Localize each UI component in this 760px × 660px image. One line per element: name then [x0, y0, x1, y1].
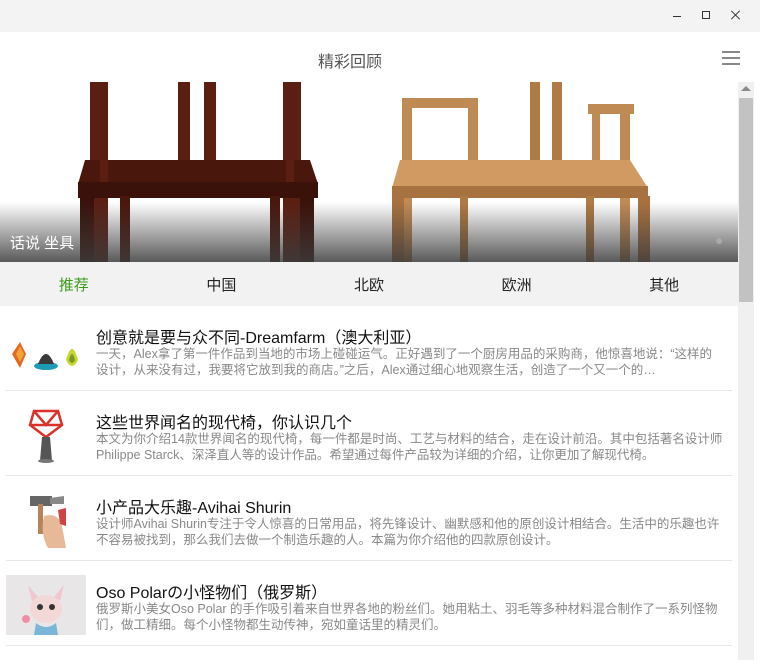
scroll-thumb[interactable]: [739, 98, 753, 302]
tab-nordic[interactable]: 北欧: [295, 262, 443, 306]
minimize-button[interactable]: [662, 0, 692, 30]
maximize-button[interactable]: [691, 0, 721, 30]
window-titlebar: [0, 0, 760, 32]
clay-monster-thumbnail: [6, 575, 86, 635]
article-summary: 设计师Avihai Shurin专注于令人惊喜的日常用品，将先锋设计、幽默感和他…: [96, 517, 720, 547]
maximize-icon: [702, 11, 710, 19]
list-item[interactable]: Oso Polarの小怪物们（俄罗斯） 俄罗斯小美女Oso Polar 的手作吸…: [6, 561, 732, 646]
scroll-up-arrow-icon[interactable]: [741, 86, 751, 91]
tab-other[interactable]: 其他: [590, 262, 738, 306]
close-icon: [731, 10, 741, 20]
close-button[interactable]: [721, 0, 751, 30]
article-summary: 俄罗斯小美女Oso Polar 的手作吸引着来自世界各地的粉丝们。她用粘土、羽毛…: [96, 602, 718, 632]
page-title: 精彩回顾: [317, 54, 382, 71]
tab-recommended[interactable]: 推荐: [0, 262, 148, 306]
carousel-indicator-dot[interactable]: [716, 238, 722, 244]
vertical-scrollbar[interactable]: [738, 82, 754, 660]
banner-caption: 话说 坐具: [10, 235, 75, 252]
article-title: 这些世界闻名的现代椅，你认识几个: [96, 415, 353, 432]
red-chair-thumbnail: [28, 409, 64, 463]
tab-europe[interactable]: 欧洲: [443, 262, 591, 306]
hammer-hand-thumbnail: [30, 496, 66, 548]
category-tabs: 推荐 中国 北欧 欧洲 其他: [0, 262, 738, 306]
list-item[interactable]: 小产品大乐趣-Avihai Shurin 设计师Avihai Shurin专注于…: [6, 476, 732, 561]
list-item[interactable]: 创意就是要与众不同-Dreamfarm（澳大利亚） 一天，Alex拿了第一件作品…: [6, 306, 732, 391]
minimize-icon: [673, 15, 681, 17]
article-title: Oso Polarの小怪物们（俄罗斯）: [96, 585, 328, 602]
tab-china[interactable]: 中国: [148, 262, 296, 306]
article-list: 创意就是要与众不同-Dreamfarm（澳大利亚） 一天，Alex拿了第一件作品…: [0, 306, 738, 646]
article-summary: 本文为你介绍14款世界闻名的现代椅，每一件都是时尚、工艺与材料的结合，走在设计前…: [96, 432, 723, 462]
list-item[interactable]: 这些世界闻名的现代椅，你认识几个 本文为你介绍14款世界闻名的现代椅，每一件都是…: [6, 391, 732, 476]
kitchen-gadgets-thumbnail: [12, 342, 78, 370]
banner-carousel[interactable]: 话说 坐具: [0, 82, 738, 262]
hamburger-menu-icon[interactable]: [722, 51, 740, 65]
article-title: 创意就是要与众不同-Dreamfarm（澳大利亚）: [96, 330, 422, 347]
article-title: 小产品大乐趣-Avihai Shurin: [96, 500, 292, 517]
article-summary: 一天，Alex拿了第一件作品到当地的市场上碰碰运气。正好遇到了一个厨房用品的采购…: [96, 347, 712, 377]
app-header: 精彩回顾: [0, 32, 760, 82]
